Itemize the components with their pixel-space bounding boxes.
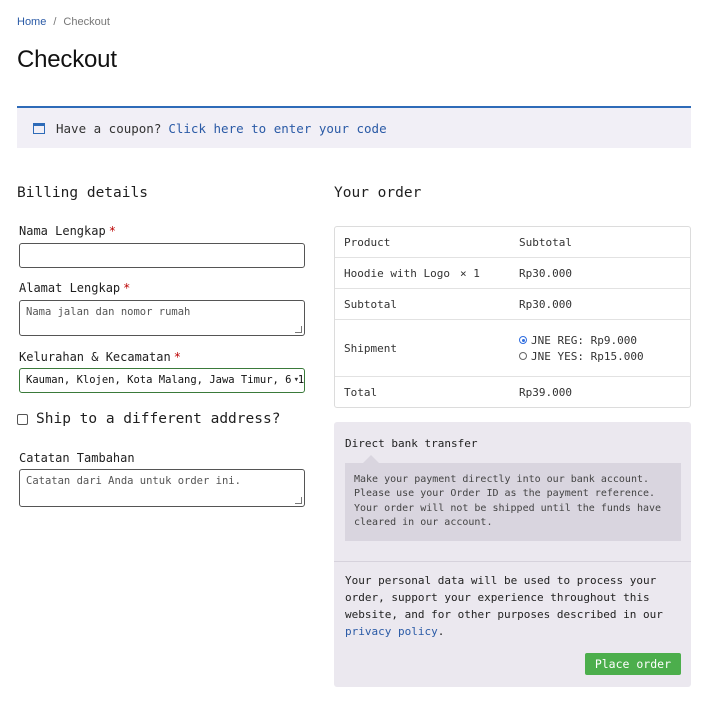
ship-different-checkbox[interactable] xyxy=(17,413,28,425)
payment-description: Make your payment directly into our bank… xyxy=(345,455,681,541)
item-qty: × 1 xyxy=(459,266,480,280)
shipment-option-reg[interactable]: JNE REG: Rp9.000 xyxy=(519,334,690,347)
page-title: Checkout xyxy=(17,46,117,73)
breadcrumb-separator: / xyxy=(53,16,57,28)
resize-handle-icon[interactable] xyxy=(295,326,302,333)
breadcrumb-current: Checkout xyxy=(63,16,110,28)
order-header-row: Product Subtotal xyxy=(335,227,690,258)
subtotal-value: Rp30.000 xyxy=(519,297,572,311)
ship-different-address[interactable]: Ship to a different address? xyxy=(17,411,280,427)
breadcrumb: Home / Checkout xyxy=(17,16,110,28)
required-mark: * xyxy=(173,350,181,364)
privacy-text: Your personal data will be used to proce… xyxy=(345,574,663,621)
shipment-option-yes-label: JNE YES: Rp15.000 xyxy=(531,349,644,363)
coupon-text: Have a coupon? xyxy=(56,120,162,136)
window-icon xyxy=(33,122,45,134)
subtotal-header: Subtotal xyxy=(519,235,572,249)
notes-textarea[interactable]: Catatan dari Anda untuk order ini. xyxy=(19,469,305,507)
order-item-row: Hoodie with Logo × 1 Rp30.000 xyxy=(335,258,690,289)
kelurahan-label: Kelurahan & Kecamatan * xyxy=(19,350,181,364)
alamat-label-text: Alamat Lengkap xyxy=(19,281,121,295)
kelurahan-label-text: Kelurahan & Kecamatan xyxy=(19,350,171,364)
nama-label-text: Nama Lengkap xyxy=(19,224,106,238)
kelurahan-select[interactable]: Kauman, Klojen, Kota Malang, Jawa Timur,… xyxy=(19,368,305,393)
billing-title: Billing details xyxy=(17,185,148,201)
ship-different-label: Ship to a different address? xyxy=(36,411,281,427)
item-cell: Hoodie with Logo × 1 xyxy=(335,267,519,280)
nama-label: Nama Lengkap * xyxy=(19,224,116,238)
alamat-label: Alamat Lengkap * xyxy=(19,281,130,295)
shipment-option-reg-label: JNE REG: Rp9.000 xyxy=(531,333,637,347)
product-header: Product xyxy=(344,235,391,249)
privacy-policy-link[interactable]: privacy policy xyxy=(345,625,438,638)
notes-label: Catatan Tambahan xyxy=(19,451,135,465)
privacy-notice: Your personal data will be used to proce… xyxy=(345,572,681,640)
notes-placeholder: Catatan dari Anda untuk order ini. xyxy=(26,475,241,487)
subtotal-row: Subtotal Rp30.000 xyxy=(335,289,690,320)
coupon-notice: Have a coupon? Click here to enter your … xyxy=(17,106,691,148)
shipment-label: Shipment xyxy=(344,341,397,355)
shipment-row: Shipment JNE REG: Rp9.000 JNE YES: Rp15.… xyxy=(335,320,690,377)
resize-handle-icon[interactable] xyxy=(295,497,302,504)
item-price: Rp30.000 xyxy=(519,266,572,280)
coupon-link[interactable]: Click here to enter your code xyxy=(168,121,386,136)
payment-divider xyxy=(334,561,691,562)
total-row: Total Rp39.000 xyxy=(335,377,690,407)
payment-box: Direct bank transfer Make your payment d… xyxy=(334,422,691,687)
breadcrumb-home-link[interactable]: Home xyxy=(17,16,46,28)
nama-input[interactable] xyxy=(19,243,305,268)
place-order-button[interactable]: Place order xyxy=(584,653,681,675)
radio-unselected-icon[interactable] xyxy=(519,352,527,360)
radio-selected-icon[interactable] xyxy=(519,336,527,344)
total-label: Total xyxy=(344,385,378,399)
required-mark: * xyxy=(123,281,131,295)
kelurahan-select-value: Kauman, Klojen, Kota Malang, Jawa Timur,… xyxy=(26,374,305,386)
payment-method-label: Direct bank transfer xyxy=(345,437,478,450)
alamat-textarea[interactable]: Nama jalan dan nomor rumah xyxy=(19,300,305,336)
required-mark: * xyxy=(108,224,116,238)
alamat-placeholder: Nama jalan dan nomor rumah xyxy=(26,306,191,318)
item-name: Hoodie with Logo xyxy=(344,266,450,280)
order-title: Your order xyxy=(334,185,422,201)
chevron-down-icon: ▾ xyxy=(291,375,299,385)
total-value: Rp39.000 xyxy=(519,385,572,399)
shipment-options: JNE REG: Rp9.000 JNE YES: Rp15.000 xyxy=(519,331,690,366)
privacy-end: . xyxy=(437,625,445,638)
shipment-option-yes[interactable]: JNE YES: Rp15.000 xyxy=(519,350,690,363)
order-table: Product Subtotal Hoodie with Logo × 1 Rp3… xyxy=(334,226,691,408)
subtotal-label: Subtotal xyxy=(344,297,397,311)
